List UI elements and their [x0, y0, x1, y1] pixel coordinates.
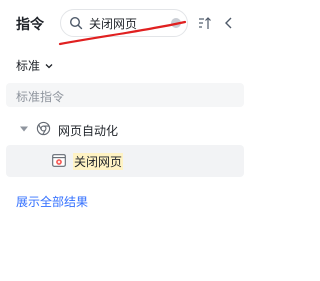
caret-down-icon[interactable]	[20, 125, 28, 133]
collapse-left-icon[interactable]	[224, 16, 234, 30]
tree-item-label: 关闭网页	[73, 153, 124, 170]
header: 指令	[0, 0, 256, 48]
panel-title: 指令	[16, 17, 44, 33]
clear-search-button[interactable]	[171, 18, 181, 28]
filter-dropdown[interactable]: 标准	[16, 57, 54, 74]
chevron-down-icon	[45, 63, 53, 68]
tree-item-close-webpage[interactable]: 关闭网页	[6, 145, 244, 177]
search-box[interactable]	[60, 9, 188, 37]
search-input[interactable]	[89, 14, 167, 32]
section-header-standard: 标准指令	[6, 83, 244, 107]
search-icon	[69, 16, 83, 30]
tree-group-web-automation[interactable]: 网页自动化	[16, 119, 246, 141]
sort-icon[interactable]	[198, 16, 212, 30]
section-title: 标准指令	[16, 90, 65, 104]
chrome-icon	[36, 121, 51, 136]
show-all-results-link[interactable]: 展示全部结果	[16, 193, 88, 210]
close-webpage-icon	[52, 154, 66, 167]
filter-dropdown-label: 标准	[16, 59, 41, 73]
tree-group-label: 网页自动化	[58, 124, 119, 138]
